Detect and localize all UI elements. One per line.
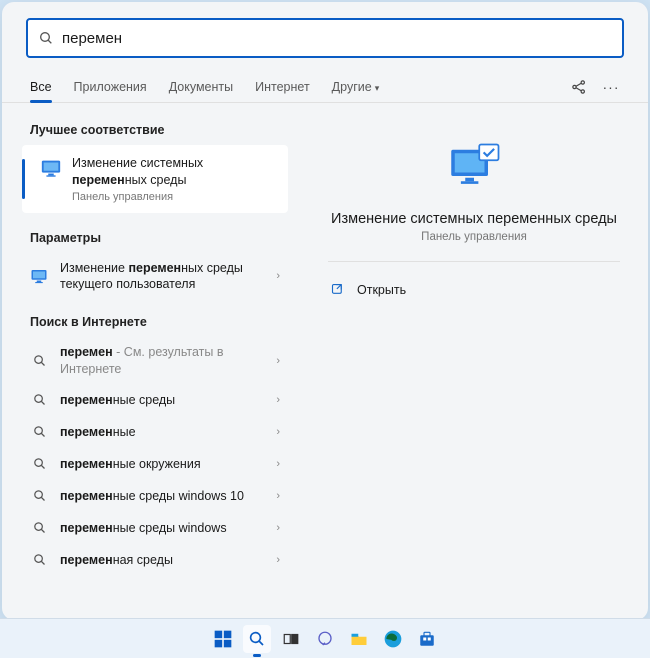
section-params: Параметры	[2, 223, 300, 253]
more-icon[interactable]: ···	[602, 78, 620, 96]
search-icon	[30, 487, 48, 505]
web-suggestion[interactable]: переменные среды ›	[2, 384, 300, 416]
search-box[interactable]	[26, 18, 624, 58]
divider	[328, 261, 620, 262]
web-suggestion-label: переменная среды	[60, 552, 276, 568]
web-suggestion[interactable]: перемен - См. результаты в Интернете ›	[2, 337, 300, 384]
search-icon	[30, 519, 48, 537]
tab-internet[interactable]: Интернет	[255, 72, 310, 102]
search-icon	[30, 551, 48, 569]
chat-button[interactable]	[311, 625, 339, 653]
search-button[interactable]	[243, 625, 271, 653]
search-icon	[30, 423, 48, 441]
tab-all[interactable]: Все	[30, 72, 52, 102]
section-web: Поиск в Интернете	[2, 307, 300, 337]
chevron-right-icon: ›	[276, 270, 280, 282]
web-suggestion[interactable]: переменная среды ›	[2, 544, 300, 576]
web-suggestion[interactable]: переменные среды windows ›	[2, 512, 300, 544]
web-suggestion-label: переменные	[60, 424, 276, 440]
chevron-down-icon: ▾	[375, 83, 380, 93]
taskbar	[0, 618, 650, 658]
tabs-row: Все Приложения Документы Интернет Другие…	[2, 66, 648, 103]
explorer-button[interactable]	[345, 625, 373, 653]
results-column: Лучшее соответствие Изменение системных …	[2, 103, 300, 611]
chevron-right-icon: ›	[276, 522, 280, 534]
web-suggestion[interactable]: переменные окружения ›	[2, 448, 300, 480]
web-suggestion-label: переменные среды	[60, 392, 276, 408]
preview-title: Изменение системных переменных среды	[328, 211, 620, 227]
chevron-right-icon: ›	[276, 554, 280, 566]
open-icon	[330, 282, 345, 297]
chevron-right-icon: ›	[276, 394, 280, 406]
best-match-item[interactable]: Изменение системных переменных среды Пан…	[22, 145, 288, 213]
param-item[interactable]: Изменение переменных среды текущего поль…	[2, 253, 300, 300]
web-suggestion[interactable]: переменные ›	[2, 416, 300, 448]
search-icon	[30, 391, 48, 409]
chevron-right-icon: ›	[276, 490, 280, 502]
preview-subtitle: Панель управления	[328, 231, 620, 243]
search-icon	[30, 352, 48, 370]
monitor-icon	[30, 267, 48, 285]
best-match-subtitle: Панель управления	[72, 191, 278, 203]
store-button[interactable]	[413, 625, 441, 653]
search-row	[2, 2, 648, 66]
edge-button[interactable]	[379, 625, 407, 653]
search-input[interactable]	[54, 30, 612, 47]
web-suggestion-label: переменные среды windows	[60, 520, 276, 536]
preview-monitor-icon	[446, 141, 502, 197]
web-suggestion[interactable]: переменные среды windows 10 ›	[2, 480, 300, 512]
web-suggestion-label: перемен - См. результаты в Интернете	[60, 344, 276, 377]
param-item-label: Изменение переменных среды текущего поль…	[60, 260, 276, 293]
task-view-button[interactable]	[277, 625, 305, 653]
chevron-right-icon: ›	[276, 355, 280, 367]
search-icon	[38, 30, 54, 46]
content: Лучшее соответствие Изменение системных …	[2, 103, 648, 611]
chevron-right-icon: ›	[276, 426, 280, 438]
search-panel: Все Приложения Документы Интернет Другие…	[2, 2, 648, 620]
tab-other[interactable]: Другие▾	[332, 72, 380, 102]
open-action[interactable]: Открыть	[328, 276, 620, 303]
share-icon[interactable]	[570, 78, 588, 96]
tab-apps[interactable]: Приложения	[74, 72, 147, 102]
web-suggestion-label: переменные окружения	[60, 456, 276, 472]
preview-column: Изменение системных переменных среды Пан…	[300, 103, 648, 611]
open-label: Открыть	[357, 283, 406, 297]
tab-docs[interactable]: Документы	[169, 72, 233, 102]
monitor-settings-icon	[40, 157, 62, 179]
section-best-match: Лучшее соответствие	[2, 115, 300, 145]
chevron-right-icon: ›	[276, 458, 280, 470]
best-match-title: Изменение системных переменных среды	[72, 155, 278, 189]
start-button[interactable]	[209, 625, 237, 653]
web-suggestion-label: переменные среды windows 10	[60, 488, 276, 504]
search-icon	[30, 455, 48, 473]
